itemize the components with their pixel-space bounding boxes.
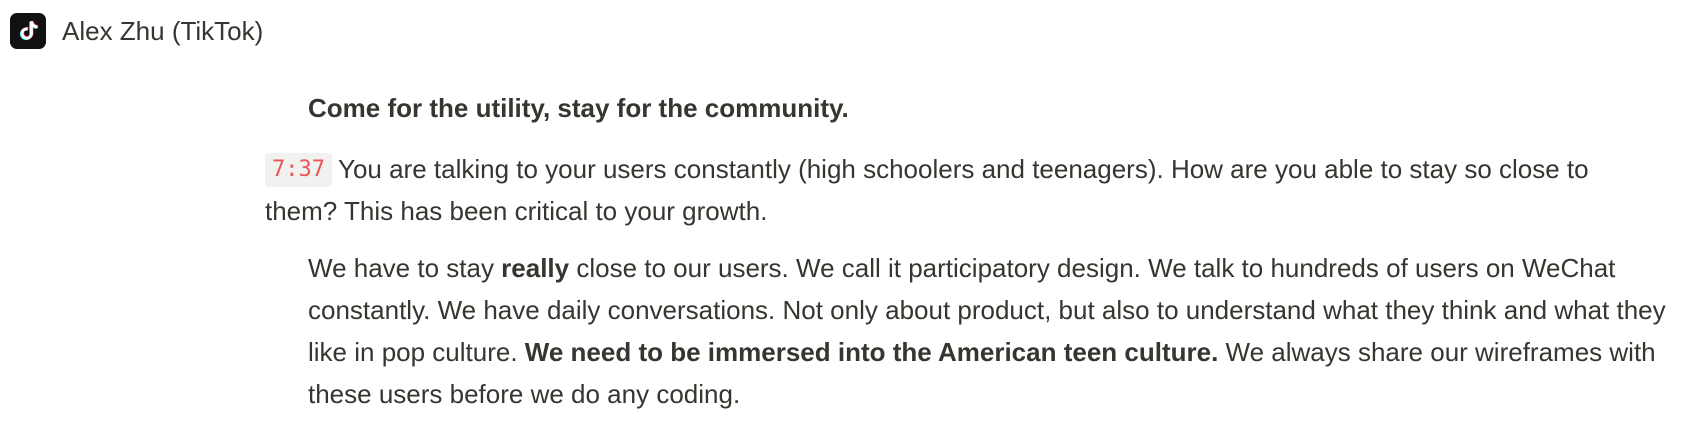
page-header: Alex Zhu (TikTok) [10, 13, 263, 49]
page-title[interactable]: Alex Zhu (TikTok) [62, 13, 263, 49]
answer-block: We have to stay really close to our user… [308, 247, 1678, 415]
question-text: You are talking to your users constantly… [265, 154, 1589, 226]
question-block: 7:37 You are talking to your users consta… [265, 148, 1660, 232]
answer-text: We have to stay [308, 253, 502, 283]
timestamp-code: 7:37 [265, 153, 332, 187]
quote-heading: Come for the utility, stay for the commu… [308, 93, 849, 123]
answer-bold-text: really [501, 253, 570, 283]
tiktok-logo-icon [10, 13, 46, 49]
answer-bold-text: We need to be immersed into the American… [524, 337, 1219, 367]
